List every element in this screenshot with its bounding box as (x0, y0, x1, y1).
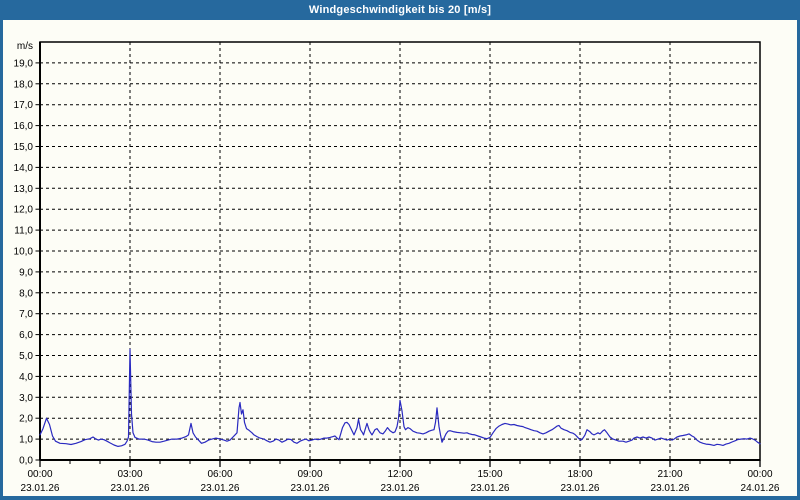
x-tick-time-label: 12:00 (387, 469, 412, 480)
x-tick-date-label: 23.01.26 (561, 483, 600, 494)
y-tick-label: 3,0 (19, 393, 33, 404)
x-tick-date-label: 23.01.26 (21, 483, 60, 494)
x-tick-date-label: 23.01.26 (291, 483, 330, 494)
title-bar: Windgeschwindigkeit bis 20 [m/s] (0, 0, 800, 20)
x-tick-time-label: 21:00 (657, 469, 682, 480)
window-title: Windgeschwindigkeit bis 20 [m/s] (309, 4, 491, 16)
y-axis-unit-label: m/s (17, 41, 33, 52)
x-tick-time-label: 03:00 (117, 469, 142, 480)
x-tick-time-label: 15:00 (477, 469, 502, 480)
y-tick-label: 6,0 (19, 330, 33, 341)
x-tick-date-label: 24.01.26 (741, 483, 780, 494)
y-tick-label: 12,0 (14, 205, 34, 216)
y-tick-label: 16,0 (14, 121, 34, 132)
app-window: Windgeschwindigkeit bis 20 [m/s] 0,0 1,0 2… (0, 0, 800, 500)
wind-speed-chart: 0,0 1,0 2,0 3,0 4,0 5,0 6,0 7,0 8,0 9,0 10,0 11,0 12… (3, 20, 797, 496)
x-tick-date-label: 23.01.26 (651, 483, 690, 494)
y-tick-label: 1,0 (19, 435, 33, 446)
y-tick-label: 10,0 (14, 247, 34, 258)
y-tick-label: 14,0 (14, 163, 34, 174)
y-tick-label: 18,0 (14, 79, 34, 90)
x-tick-time-label: 00:00 (27, 469, 52, 480)
y-tick-label: 19,0 (14, 58, 34, 69)
x-tick-date-label: 23.01.26 (201, 483, 240, 494)
y-tick-label: 11,0 (14, 226, 33, 237)
y-tick-label: 9,0 (19, 267, 33, 278)
x-tick-time-label: 09:00 (297, 469, 322, 480)
x-tick-time-label: 06:00 (207, 469, 232, 480)
x-tick-date-label: 23.01.26 (381, 483, 420, 494)
x-tick-time-label: 18:00 (567, 469, 592, 480)
y-tick-label: 13,0 (14, 184, 34, 195)
y-tick-label: 0,0 (19, 456, 33, 467)
y-tick-label: 8,0 (19, 288, 33, 299)
y-tick-label: 17,0 (14, 100, 34, 111)
y-tick-label: 7,0 (19, 309, 33, 320)
y-tick-label: 4,0 (19, 372, 33, 383)
y-tick-label: 15,0 (14, 142, 34, 153)
x-tick-date-label: 23.01.26 (471, 483, 510, 494)
y-tick-label: 5,0 (19, 351, 33, 362)
chart-area: 0,0 1,0 2,0 3,0 4,0 5,0 6,0 7,0 8,0 9,0 10,0 11,0 12… (3, 20, 797, 496)
x-tick-date-label: 23.01.26 (111, 483, 150, 494)
y-tick-label: 2,0 (19, 414, 33, 425)
x-tick-time-label: 00:00 (747, 469, 772, 480)
